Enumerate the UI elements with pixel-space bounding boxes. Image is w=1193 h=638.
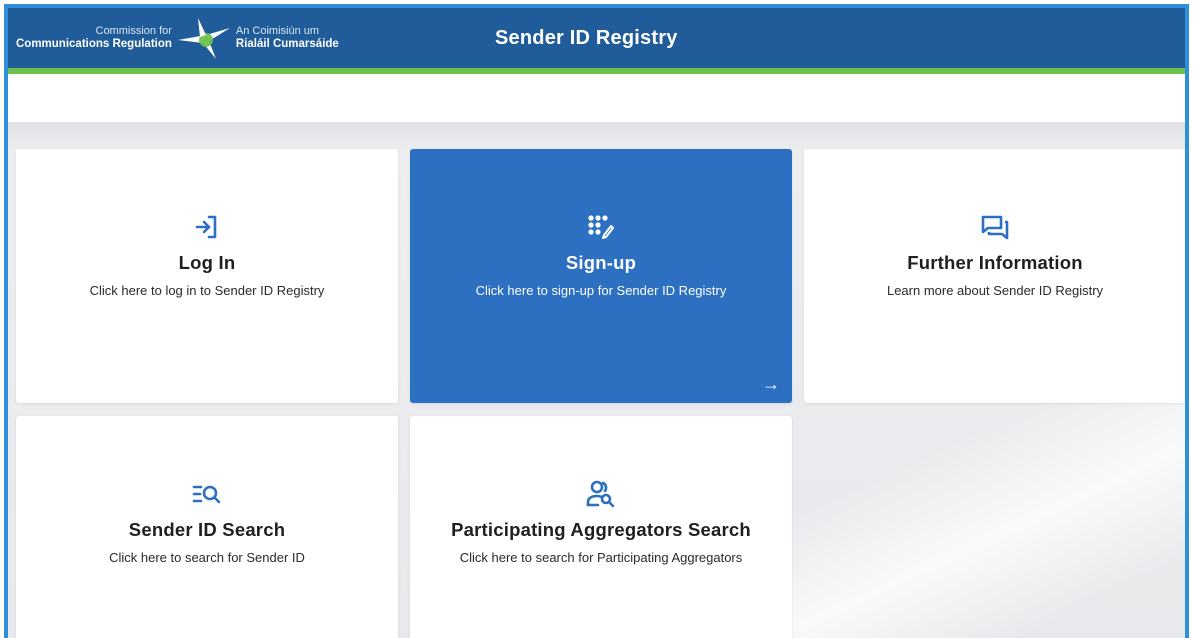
login-icon (194, 212, 220, 242)
comreg-logo[interactable]: Commission for Communications Regulation… (16, 16, 339, 60)
tile-title: Participating Aggregators Search (451, 519, 751, 540)
tile-title: Log In (178, 252, 236, 273)
logo-english-line1: Commission for (95, 25, 172, 38)
tiles-area: Log In Click here to log in to Sender ID… (8, 122, 1185, 638)
background-decoration (788, 382, 1185, 638)
logo-irish-line1: An Coimisiún um (235, 25, 320, 38)
tile-sender-id-search[interactable]: Sender ID Search Click here to search fo… (16, 416, 398, 638)
chat-bubbles-icon (980, 212, 1010, 242)
tile-title: Sign-up (565, 252, 637, 273)
star-logo-icon (176, 16, 232, 60)
tile-log-in[interactable]: Log In Click here to log in to Sender ID… (16, 149, 398, 403)
logo-text-english: Commission for Communications Regulation (16, 25, 172, 51)
tile-description: Click here to sign-up for Sender ID Regi… (475, 283, 727, 298)
header-bar: Commission for Communications Regulation… (8, 8, 1185, 68)
app-title: Sender ID Registry (495, 27, 678, 49)
list-search-icon (192, 479, 222, 509)
tile-sign-up[interactable]: Sign-up Click here to sign-up for Sender… (410, 149, 792, 403)
tile-description: Learn more about Sender ID Registry (886, 283, 1104, 298)
keypad-edit-icon (587, 212, 615, 242)
user-search-icon (586, 479, 616, 509)
logo-english-line2: Communications Regulation (16, 37, 172, 50)
tile-title: Sender ID Search (128, 519, 286, 540)
app-frame: Commission for Communications Regulation… (4, 4, 1189, 638)
spacer (8, 74, 1185, 122)
tile-description: Click here to log in to Sender ID Regist… (89, 283, 325, 298)
logo-irish-line2: Rialáil Cumarsáide (235, 37, 339, 50)
tile-further-information[interactable]: Further Information Learn more about Sen… (804, 149, 1185, 403)
logo-text-irish: An Coimisiún um Rialáil Cumarsáide (236, 25, 339, 51)
tile-title: Further Information (907, 252, 1083, 273)
tile-participating-aggregators-search[interactable]: Participating Aggregators Search Click h… (410, 416, 792, 638)
tile-description: Click here to search for Sender ID (109, 550, 305, 565)
tile-description: Click here to search for Participating A… (459, 550, 743, 565)
arrow-right-icon: → (762, 374, 780, 394)
